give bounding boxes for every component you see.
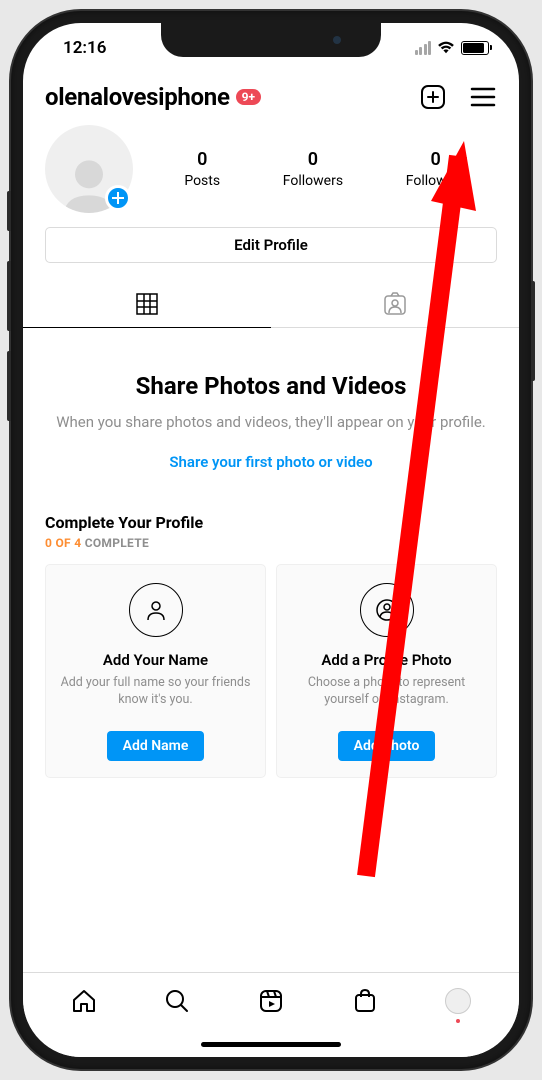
reels-icon: [258, 988, 284, 1014]
card-subtitle: Choose a photo to represent yourself on …: [287, 675, 486, 709]
card-title: Add Your Name: [56, 651, 255, 669]
add-name-card: Add Your Name Add your full name so your…: [45, 564, 266, 778]
nav-profile[interactable]: [442, 985, 474, 1017]
menu-button[interactable]: [469, 83, 497, 111]
notification-dot: [456, 1019, 460, 1023]
posts-stat[interactable]: 0 Posts: [184, 149, 220, 189]
profile-avatar-small-icon: [445, 988, 471, 1014]
profile-avatar[interactable]: [45, 125, 133, 213]
followers-count: 0: [283, 149, 343, 170]
complete-profile-section: Complete Your Profile 0 OF 4 COMPLETE Ad…: [23, 505, 519, 778]
nav-search[interactable]: [161, 985, 193, 1017]
nav-reels[interactable]: [255, 985, 287, 1017]
edit-profile-button[interactable]: Edit Profile: [45, 227, 497, 263]
following-count: 0: [406, 149, 466, 170]
username-label: olenalovesiphone: [45, 83, 230, 111]
grid-icon: [135, 292, 159, 316]
person-outline-icon: [129, 583, 183, 637]
posts-label: Posts: [184, 173, 220, 189]
shopping-bag-icon: [352, 988, 378, 1014]
profile-stats-section: 0 Posts 0 Followers 0 Following: [23, 119, 519, 227]
grid-tab[interactable]: [23, 281, 271, 328]
empty-title: Share Photos and Videos: [51, 372, 491, 400]
profile-circle-icon: [360, 583, 414, 637]
plus-square-icon: [420, 84, 446, 110]
complete-progress: 0 OF 4 COMPLETE: [45, 536, 497, 550]
empty-subtitle: When you share photos and videos, they'l…: [51, 412, 491, 433]
create-post-button[interactable]: [419, 83, 447, 111]
profile-tabs: [23, 281, 519, 328]
posts-count: 0: [184, 149, 220, 170]
followers-stat[interactable]: 0 Followers: [283, 149, 343, 189]
home-icon: [71, 988, 97, 1014]
search-icon: [164, 988, 190, 1014]
nav-home[interactable]: [68, 985, 100, 1017]
notch: [161, 23, 381, 57]
add-photo-button[interactable]: Add Photo: [338, 731, 436, 761]
complete-profile-title: Complete Your Profile: [45, 513, 497, 532]
card-title: Add a Profile Photo: [287, 651, 486, 669]
following-label: Following: [406, 173, 466, 189]
battery-icon: [461, 41, 489, 55]
followers-label: Followers: [283, 173, 343, 189]
nav-shop[interactable]: [349, 985, 381, 1017]
status-time: 12:16: [63, 38, 106, 58]
add-story-plus-icon[interactable]: [105, 185, 131, 211]
profile-header: olenalovesiphone 9+: [23, 73, 519, 119]
notification-badge: 9+: [236, 89, 261, 105]
home-indicator[interactable]: [201, 1042, 341, 1047]
wifi-icon: [437, 41, 455, 55]
following-stat[interactable]: 0 Following: [406, 149, 466, 189]
add-name-button[interactable]: Add Name: [107, 731, 205, 761]
card-subtitle: Add your full name so your friends know …: [56, 675, 255, 709]
share-first-link[interactable]: Share your first photo or video: [51, 453, 491, 471]
phone-frame: 12:16 olenalovesiphone 9+: [11, 11, 531, 1069]
empty-profile-state: Share Photos and Videos When you share p…: [23, 328, 519, 505]
username-dropdown[interactable]: olenalovesiphone 9+: [45, 83, 261, 111]
tagged-tab[interactable]: [271, 281, 519, 327]
screen: 12:16 olenalovesiphone 9+: [23, 23, 519, 1057]
tagged-person-icon: [382, 291, 408, 317]
add-photo-card: Add a Profile Photo Choose a photo to re…: [276, 564, 497, 778]
hamburger-icon: [470, 86, 496, 108]
cellular-signal-icon: [415, 41, 432, 55]
